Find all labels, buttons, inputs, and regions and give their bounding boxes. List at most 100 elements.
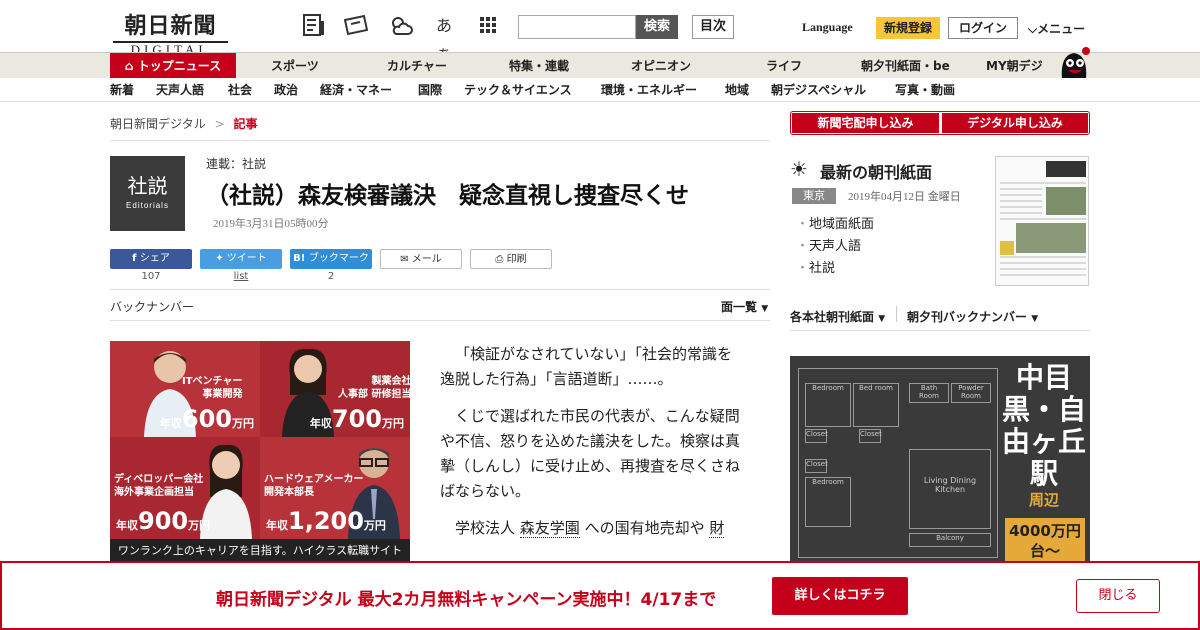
divider xyxy=(110,289,770,290)
divider xyxy=(110,320,770,321)
contents-button[interactable]: 目次 xyxy=(692,15,734,39)
latest-paper-title[interactable]: 最新の朝刊紙面 xyxy=(820,159,932,183)
nav-sports[interactable]: スポーツ xyxy=(271,53,319,79)
facebook-share-button[interactable]: f シェア xyxy=(110,249,192,269)
nav2-tensei[interactable]: 天声人語 xyxy=(156,78,204,102)
home-icon: ⌂ xyxy=(124,59,138,73)
room: Bedroom xyxy=(805,477,851,527)
paragraph: くじで選ばれた市民の代表が、こんな疑問や不信、怒りを込めた議決をした。検察は真摯… xyxy=(440,407,741,500)
back-number-label: バックナンバー xyxy=(110,300,195,314)
article-title: （社説）森友検審議決 疑念直視し捜査尽くせ xyxy=(206,182,689,209)
weather-icon[interactable] xyxy=(386,12,414,40)
regional-paper-dropdown[interactable]: 各本社朝刊紙面 ▼ xyxy=(790,308,885,325)
ad-job-title: ハードウェアメーカー 開発本部長 xyxy=(264,474,364,498)
nav2-international[interactable]: 国際 xyxy=(418,78,442,102)
nav2-photo[interactable]: 写真・動画 xyxy=(895,78,955,102)
font-size-icon[interactable]: あぁ xyxy=(430,12,458,63)
nav2-tech[interactable]: テック＆サイエンス xyxy=(464,78,572,102)
tweet-count[interactable]: list xyxy=(201,271,281,282)
ad-quadrant: ディベロッパー会社 海外事業企画担当 年収900万円 xyxy=(110,437,260,539)
menu-label: メニュー xyxy=(1037,22,1086,36)
hatena-bookmark-button[interactable]: B! ブックマーク xyxy=(290,249,372,269)
ad-job-title: 製薬会社 人事部 研修担当 xyxy=(338,376,410,400)
caret-down-icon: ▼ xyxy=(878,314,886,324)
logo-jp: 朝日新聞 xyxy=(124,13,217,39)
mail-button[interactable]: ✉ メール xyxy=(380,249,462,269)
primary-nav: ⌂ トップニュース スポーツ カルチャー 特集・連載 オピニオン ライフ 朝夕刊… xyxy=(0,47,1200,79)
nav-life[interactable]: ライフ xyxy=(766,53,802,79)
menu-button[interactable]: ⌵メニュー xyxy=(1028,20,1085,37)
breadcrumb-home[interactable]: 朝日新聞デジタル xyxy=(110,117,206,131)
career-ad[interactable]: ITベンチャー 事業開発 年収600万円 製薬会社 人事部 研修担当 年収700… xyxy=(110,341,410,563)
breadcrumb: 朝日新聞デジタル > 記事 xyxy=(110,115,258,132)
nav2-politics[interactable]: 政治 xyxy=(274,78,298,102)
room: Balcony xyxy=(909,533,991,547)
nav-features[interactable]: 特集・連載 xyxy=(509,53,569,79)
divider xyxy=(110,140,770,141)
newspaper-icon[interactable] xyxy=(300,12,328,40)
article-body: 「検証がなされていない」「社会的常識を逸脱した行為」「言語道断」……。 くじで選… xyxy=(440,342,745,553)
twitter-icon: ✦ xyxy=(215,253,227,264)
nav-opinion[interactable]: オピニオン xyxy=(631,53,691,79)
nav-culture[interactable]: カルチャー xyxy=(387,53,447,79)
nav2-society[interactable]: 社会 xyxy=(228,78,252,102)
nav2-special[interactable]: 朝デジスペシャル xyxy=(771,78,866,102)
digital-subscribe-button[interactable]: デジタル申し込み xyxy=(942,113,1088,133)
login-button[interactable]: ログイン xyxy=(948,17,1018,39)
room: Closet xyxy=(805,459,828,473)
paper-link[interactable]: 地域面紙面 xyxy=(796,213,874,232)
nav-paper[interactable]: 朝夕刊紙面・be xyxy=(861,53,950,79)
nav2-new[interactable]: 新着 xyxy=(110,78,134,102)
region-badge: 東京 xyxy=(792,188,836,204)
close-banner-button[interactable]: 閉じる xyxy=(1076,579,1160,613)
paper-date: 2019年04月12日 金曜日 xyxy=(848,191,961,203)
sun-icon: ☀ xyxy=(790,157,808,181)
ad-job-title: ITベンチャー 事業開発 xyxy=(182,376,243,400)
nav2-economy[interactable]: 経済・マネー xyxy=(320,78,392,102)
ad-salary: 年収1,200万円 xyxy=(266,507,386,535)
series-label[interactable]: 連載：社説 xyxy=(206,155,266,172)
morimoto-link[interactable]: 森友学園 xyxy=(519,519,580,538)
real-estate-ad[interactable]: Bedroom Bed room Bath Room Powder Room C… xyxy=(790,356,1090,566)
mail-icon: ✉ xyxy=(400,254,412,265)
register-button[interactable]: 新規登録 xyxy=(876,17,940,39)
newspaper-thumbnail[interactable] xyxy=(995,156,1089,286)
back-number-dropdown[interactable]: 朝夕刊バックナンバー ▼ xyxy=(907,308,1038,325)
page-list-dropdown[interactable]: 面一覧 ▼ xyxy=(721,298,768,315)
nav-top-news[interactable]: ⌂ トップニュース xyxy=(110,53,236,79)
ad-location: 中目黒・自由ヶ丘駅 周辺 xyxy=(1002,361,1087,510)
share-count: 107 xyxy=(141,271,161,282)
search-button[interactable]: 検索 xyxy=(636,15,678,39)
paper-link[interactable]: 天声人語 xyxy=(796,235,861,254)
room: Closet xyxy=(805,429,828,443)
search-input[interactable] xyxy=(518,15,636,39)
room: Living Dining Kitchen xyxy=(909,449,991,529)
room: Bedroom xyxy=(805,383,851,427)
print-button[interactable]: ⎙ 印刷 xyxy=(470,249,552,269)
ad-footer: ワンランク上のキャリアを目指す。ハイクラス転職サイト xyxy=(110,539,410,563)
ad-quadrant: ハードウェアメーカー 開発本部長 年収1,200万円 xyxy=(260,437,410,539)
language-link[interactable]: Language xyxy=(802,20,853,35)
ad-quadrant: ITベンチャー 事業開発 年収600万円 xyxy=(110,341,260,437)
paper-link[interactable]: 社説 xyxy=(796,257,835,276)
truncated-link[interactable]: 財 xyxy=(709,519,725,538)
caret-down-icon: ▼ xyxy=(761,304,769,314)
nav2-environment[interactable]: 環境・エネルギー xyxy=(601,78,697,102)
tweet-button[interactable]: ✦ ツイート xyxy=(200,249,282,269)
nav-my[interactable]: MY朝デジ xyxy=(986,53,1043,79)
category-box-en: Editorials xyxy=(126,201,169,210)
divider xyxy=(896,306,897,322)
category-box-jp: 社説 xyxy=(127,174,168,198)
delivery-subscribe-button[interactable]: 新聞宅配申し込み xyxy=(792,113,939,133)
ticket-icon[interactable] xyxy=(342,12,370,40)
category-box[interactable]: 社説 Editorials xyxy=(110,156,185,231)
ad-salary: 年収700万円 xyxy=(309,405,404,433)
paragraph: 「検証がなされていない」「社会的常識を逸脱した行為」「言語道断」……。 xyxy=(440,345,733,388)
nav2-region[interactable]: 地域 xyxy=(725,78,749,102)
divider xyxy=(790,330,1090,331)
room: Bed room xyxy=(853,383,899,427)
campaign-banner: 朝日新聞デジタル 最大2カ月無料キャンペーン実施中！4/17まで 詳しくはコチラ… xyxy=(0,561,1200,630)
campaign-details-button[interactable]: 詳しくはコチラ xyxy=(772,577,908,615)
room: Bath Room xyxy=(909,383,949,403)
grid-menu-icon[interactable] xyxy=(474,12,502,40)
